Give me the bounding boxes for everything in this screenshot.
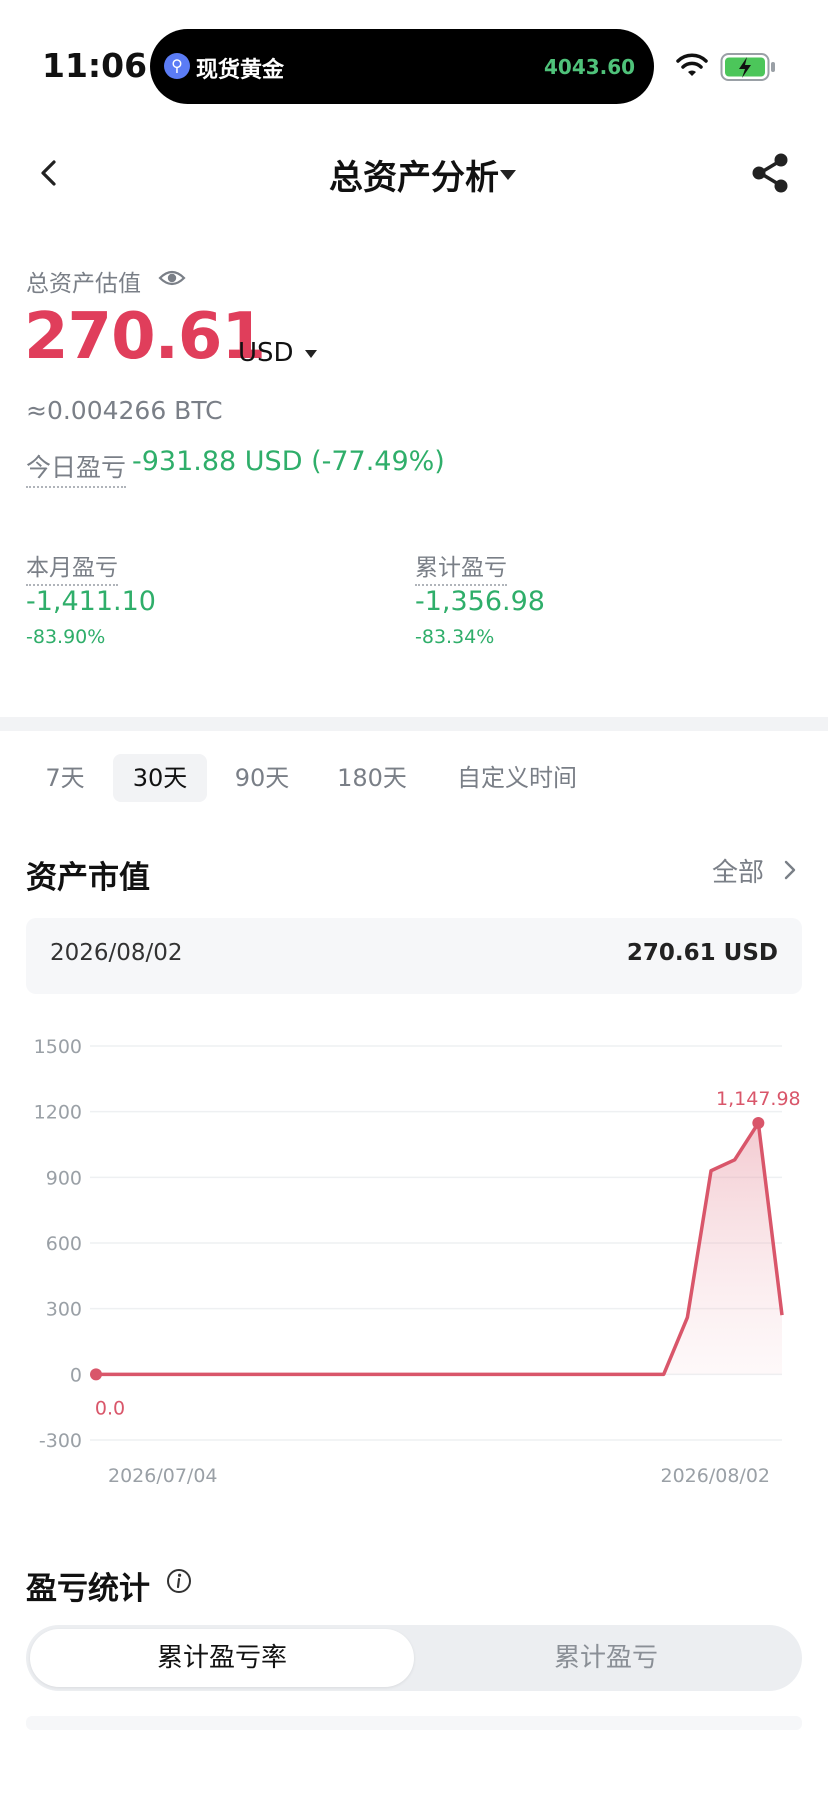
y-tick-label: 1500 — [34, 1036, 82, 1058]
seg-cumulative-pnl[interactable]: 累计盈亏 — [414, 1629, 798, 1687]
month-pnl-percent: -83.90% — [26, 626, 106, 648]
month-pnl-label[interactable]: 本月盈亏 — [26, 548, 118, 586]
tab-custom-time[interactable]: 自定义时间 — [446, 754, 588, 802]
y-tick-label: 300 — [46, 1299, 82, 1321]
y-tick-label: 600 — [46, 1233, 82, 1255]
asset-value-title: 资产市值 — [26, 860, 150, 896]
today-pnl-label[interactable]: 今日盈亏 — [26, 448, 127, 488]
section-divider — [0, 717, 828, 731]
info-icon[interactable] — [166, 1568, 192, 1594]
currency-selector[interactable]: USD — [238, 338, 294, 368]
max-value-label: 1,147.98 — [716, 1088, 801, 1110]
all-filter-link[interactable]: 全部 — [712, 852, 764, 889]
series-line — [96, 1121, 784, 1377]
total-asset-value: 270.61 — [24, 300, 266, 374]
x-tick-label: 2026/08/02 — [660, 1465, 770, 1487]
tab-180d[interactable]: 180天 — [324, 754, 420, 802]
asset-value-chart[interactable]: 1500 1200 900 600 300 0 -300 0.0 1,147.98 2026/0… — [0, 1020, 828, 1510]
total-pnl-label[interactable]: 累计盈亏 — [415, 548, 507, 586]
y-tick-label: 0 — [70, 1364, 82, 1386]
total-pnl-value: -1,356.98 — [415, 586, 545, 617]
caret-down-icon[interactable] — [500, 170, 516, 180]
next-card-edge — [26, 1716, 802, 1730]
btc-equivalent: ≈0.004266 BTC — [26, 396, 223, 425]
today-pnl-value: -931.88 USD (-77.49%) — [132, 446, 445, 477]
share-icon[interactable] — [750, 152, 790, 194]
y-tick-label: 900 — [46, 1167, 82, 1189]
chevron-right-icon[interactable] — [784, 860, 796, 880]
min-point — [90, 1368, 102, 1381]
tab-30d[interactable]: 30天 — [113, 754, 207, 802]
island-price: 4043.60 — [544, 55, 636, 79]
pnl-stats-title: 盈亏统计 — [26, 1571, 150, 1607]
battery-charging-icon — [720, 53, 775, 81]
max-point — [752, 1117, 765, 1130]
selected-value: 270.61 USD — [626, 940, 778, 966]
tab-7d[interactable]: 7天 — [30, 754, 100, 802]
seg-cumulative-rate[interactable]: 累计盈亏率 — [30, 1629, 414, 1687]
page-title[interactable]: 总资产分析 — [0, 150, 828, 199]
status-time: 11:06 — [42, 46, 148, 85]
eye-icon[interactable] — [158, 268, 186, 288]
selected-date: 2026/08/02 — [50, 940, 183, 966]
island-app-name: 现货黄金 — [196, 58, 285, 83]
x-tick-label: 2026/07/04 — [108, 1465, 218, 1487]
wifi-icon — [676, 53, 708, 76]
month-pnl-value: -1,411.10 — [26, 586, 156, 617]
y-tick-label: 1200 — [34, 1102, 82, 1124]
asset-estimate-label: 总资产估值 — [26, 271, 141, 297]
gold-app-icon: ⚲ — [164, 53, 190, 79]
tab-90d[interactable]: 90天 — [222, 754, 302, 802]
y-tick-label: -300 — [39, 1430, 82, 1452]
min-value-label: 0.0 — [95, 1397, 125, 1419]
currency-caret-icon[interactable] — [305, 350, 317, 358]
total-pnl-percent: -83.34% — [415, 626, 495, 648]
